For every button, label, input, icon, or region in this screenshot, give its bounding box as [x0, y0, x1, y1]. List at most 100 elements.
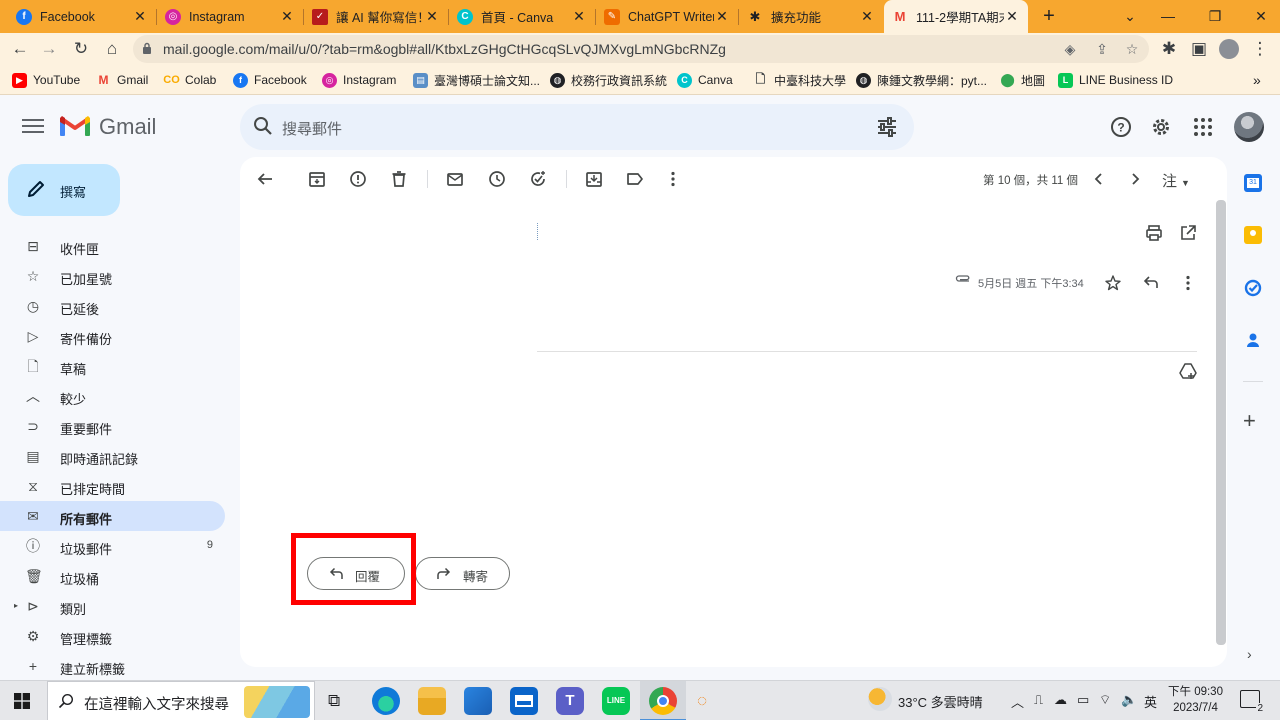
nav-item-categories[interactable]: ▸ ⊳ 類別	[0, 591, 225, 621]
mail-app-icon[interactable]	[510, 687, 538, 715]
nav-item-spam[interactable]: ⓘ 垃圾郵件 9	[0, 531, 225, 561]
print-icon[interactable]	[1145, 224, 1163, 242]
profile-avatar[interactable]	[1219, 39, 1239, 59]
menu-dots-icon[interactable]: ⋮	[1249, 38, 1271, 60]
minimize-button[interactable]: —	[1145, 0, 1191, 33]
bookmark-star-icon[interactable]: ☆	[1123, 40, 1141, 58]
tasks-icon[interactable]	[1244, 279, 1262, 297]
open-new-window-icon[interactable]	[1179, 224, 1197, 242]
nav-item-snoozed[interactable]: ◷ 已延後	[0, 291, 225, 321]
nav-item-important[interactable]: ⊃ 重要郵件	[0, 411, 225, 441]
nav-item-drafts[interactable]: 🗋 草稿	[0, 351, 225, 381]
close-icon[interactable]: ✕	[132, 8, 148, 25]
add-to-tasks-icon[interactable]	[529, 170, 547, 188]
mark-unread-icon[interactable]	[446, 170, 464, 188]
chrome-taskbar-active[interactable]	[640, 681, 686, 720]
more-actions-icon[interactable]	[664, 170, 682, 188]
back-arrow-icon[interactable]: ←	[9, 38, 31, 60]
more-bookmarks-icon[interactable]: »	[1253, 71, 1261, 89]
bookmark-maps[interactable]: ⬤ 地圖	[1000, 71, 1045, 89]
settings-gear-icon[interactable]	[1150, 116, 1172, 138]
label-tag-icon[interactable]	[626, 170, 644, 188]
new-tab-button[interactable]: +	[1038, 4, 1060, 28]
browser-tab-canva[interactable]: C 首頁 - Canva ✕	[449, 0, 595, 33]
windows-start-icon[interactable]	[14, 693, 30, 709]
browser-tab-ai-letter[interactable]: ✓ 讓 AI 幫你寫信！ ✕	[304, 0, 448, 33]
tray-chevron-icon[interactable]: ︿	[1011, 692, 1024, 711]
microsoft-store-icon[interactable]	[464, 687, 492, 715]
nav-item-inbox[interactable]: ⊟ 收件匣	[0, 231, 225, 261]
bookmark-facebook[interactable]: f Facebook	[233, 71, 307, 89]
bookmark-thesis[interactable]: ▤ 臺灣博碩士論文知...	[413, 71, 540, 89]
mail-search-bar[interactable]: 搜尋郵件	[240, 104, 914, 150]
reload-icon[interactable]: ↻	[70, 38, 92, 60]
nav-item-sent[interactable]: ▷ 寄件備份	[0, 321, 225, 351]
nav-item-create-label[interactable]: + 建立新標籤	[0, 651, 225, 681]
keep-icon[interactable]	[1244, 226, 1262, 244]
restore-button[interactable]: ❐	[1192, 0, 1238, 33]
search-input[interactable]: 搜尋郵件	[282, 118, 342, 139]
browser-tab-extensions[interactable]: ✱ 擴充功能 ✕	[739, 0, 883, 33]
home-icon[interactable]: ⌂	[101, 38, 123, 60]
weather-text[interactable]: 33°C 多雲時晴	[898, 692, 983, 711]
lens-icon[interactable]: ◈	[1061, 40, 1079, 58]
bookmark-gmail[interactable]: M Gmail	[96, 71, 149, 89]
apps-grid-icon[interactable]	[1192, 116, 1214, 138]
account-avatar[interactable]	[1234, 112, 1264, 142]
show-side-panel-chevron-icon[interactable]: ›	[1247, 646, 1252, 662]
close-window-button[interactable]: ✕	[1238, 0, 1280, 33]
expand-arrow-icon[interactable]: ▸	[12, 598, 20, 614]
bookmark-ctust[interactable]: 🗋 中臺科技大學	[753, 71, 846, 89]
notification-center-icon[interactable]: 2	[1240, 690, 1264, 714]
bookmark-youtube[interactable]: ▶ YouTube	[12, 71, 80, 89]
side-panel-icon[interactable]: ▣	[1188, 38, 1210, 60]
save-to-drive-icon[interactable]	[1179, 362, 1197, 380]
back-to-list-icon[interactable]	[256, 170, 274, 188]
browser-tab-chatgpt-writer[interactable]: ✎ ChatGPT Writer ✕	[596, 0, 738, 33]
battery-icon[interactable]: ▭	[1077, 692, 1089, 708]
bookmark-line-business[interactable]: L LINE Business ID	[1058, 71, 1173, 89]
bookmark-canva[interactable]: C Canva	[677, 71, 733, 89]
search-options-icon[interactable]	[876, 116, 898, 138]
close-icon[interactable]: ✕	[714, 8, 730, 25]
clock[interactable]: 下午 09:30 2023/7/4	[1168, 684, 1223, 716]
forward-arrow-icon[interactable]: →	[38, 38, 60, 60]
message-scrollbar[interactable]	[1216, 200, 1226, 645]
browser-tab-facebook[interactable]: f Facebook ✕	[8, 0, 156, 33]
input-tools-selector[interactable]: 注 ▼	[1162, 170, 1190, 191]
bookmark-instagram[interactable]: ◎ Instagram	[322, 71, 396, 89]
wifi-icon[interactable]: ⌔	[1099, 692, 1111, 708]
main-menu-icon[interactable]	[22, 116, 44, 136]
edge-browser-icon[interactable]	[372, 687, 400, 715]
line-app-icon[interactable]: LINE	[602, 687, 630, 715]
forward-button[interactable]: 轉寄	[415, 557, 510, 590]
cloud-icon[interactable]: ☁	[1054, 692, 1067, 708]
close-icon[interactable]: ✕	[1004, 8, 1020, 25]
contacts-icon[interactable]	[1244, 331, 1262, 349]
report-spam-icon[interactable]	[349, 170, 367, 188]
nav-item-manage-labels[interactable]: ⚙ 管理標籤	[0, 621, 225, 651]
newer-chevron-icon[interactable]	[1090, 170, 1108, 188]
bookmark-colab[interactable]: CO Colab	[163, 71, 216, 89]
help-icon[interactable]: ?	[1110, 116, 1132, 138]
nav-item-trash[interactable]: 🗑 垃圾桶	[0, 561, 225, 591]
move-to-icon[interactable]	[585, 170, 603, 188]
nav-item-starred[interactable]: ☆ 已加星號	[0, 261, 225, 291]
nav-item-all-mail[interactable]: ✉ 所有郵件	[0, 501, 225, 531]
close-icon[interactable]: ✕	[859, 8, 875, 25]
get-addons-plus-icon[interactable]: +	[1243, 410, 1256, 432]
delete-icon[interactable]	[390, 170, 408, 188]
address-bar[interactable]: mail.google.com/mail/u/0/?tab=rm&ogbl#al…	[133, 35, 1149, 63]
message-more-icon[interactable]	[1179, 274, 1197, 292]
reply-icon[interactable]	[1142, 274, 1160, 292]
bookmark-school-admin[interactable]: ◍ 校務行政資訊系統	[550, 71, 667, 89]
close-icon[interactable]: ✕	[279, 8, 295, 25]
archive-icon[interactable]	[308, 170, 326, 188]
ime-indicator[interactable]: 英	[1144, 692, 1157, 711]
weather-cloud-sun-icon[interactable]	[868, 687, 892, 711]
nav-item-chats[interactable]: ▤ 即時通訊記錄	[0, 441, 225, 471]
teams-icon[interactable]: T	[556, 687, 584, 715]
calendar-icon[interactable]: 31	[1244, 174, 1262, 192]
task-view-icon[interactable]: ⧉	[328, 691, 340, 711]
bookmark-teaching-site[interactable]: ◍ 陳鍾文教學網：pyt...	[856, 71, 987, 89]
